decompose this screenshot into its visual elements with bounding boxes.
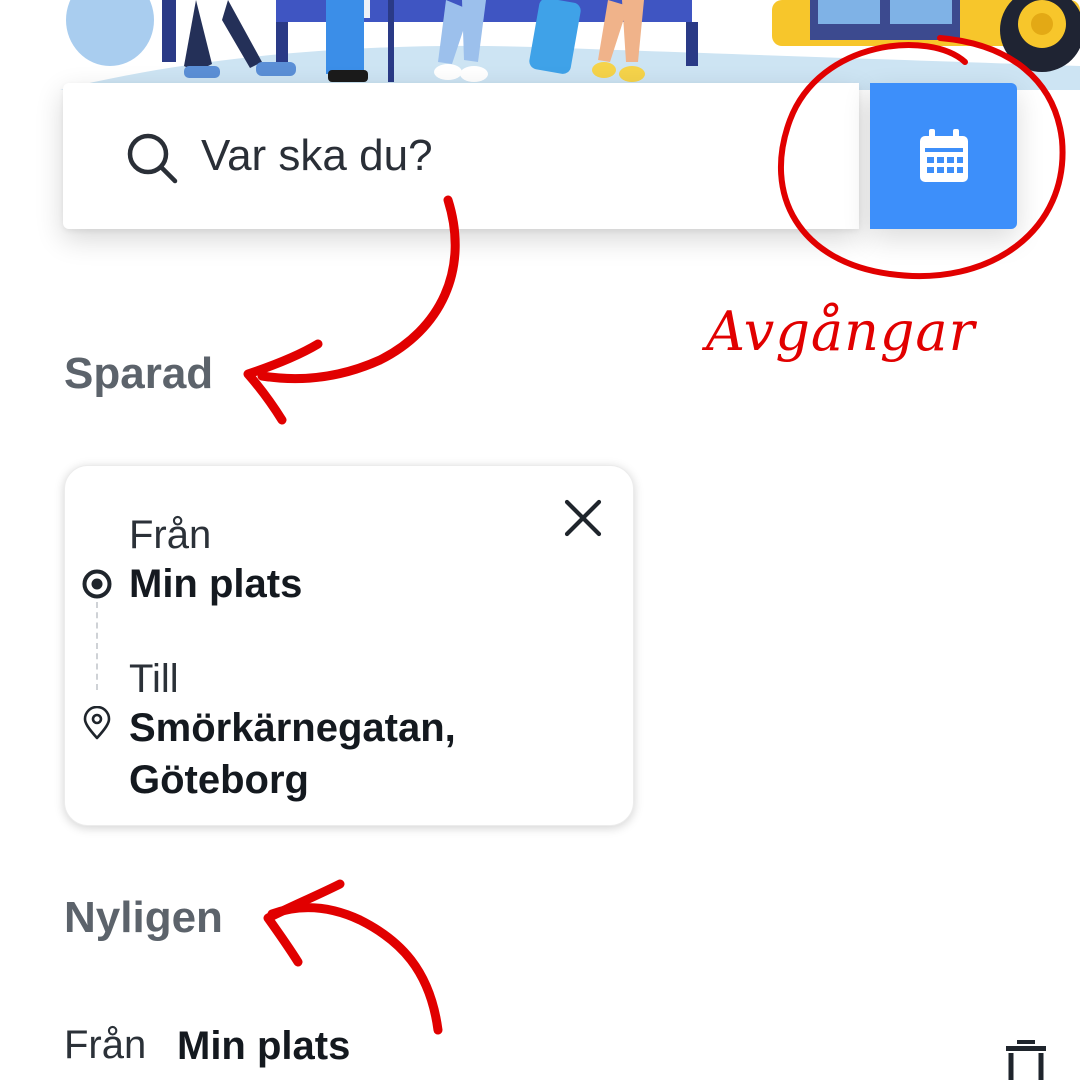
search-icon [127,133,178,184]
close-icon[interactable] [561,496,605,540]
to-value-line2: Göteborg [129,758,309,802]
calendar-button[interactable] [870,83,1017,229]
to-value-line1: Smörkärnegatan, [129,706,456,750]
annotation-departures: Avgångar [706,300,976,363]
search-input[interactable]: Var ska du? [201,128,433,184]
annotation-arrow-recent [263,879,443,1035]
recent-from-value[interactable]: Min plats [177,1020,350,1072]
route-connector [96,602,98,690]
target-icon [82,569,112,599]
map-pin-icon [83,706,111,740]
to-label: Till [129,657,179,701]
recent-from-label: Från [64,1023,147,1067]
from-label: Från [129,513,212,557]
annotation-arrow-saved [243,195,460,425]
from-value: Min plats [129,562,303,606]
saved-trip-card[interactable]: Från Min plats Till Smörkärnegatan, Göte… [64,465,634,826]
calendar-icon [919,129,968,182]
recent-heading: Nyligen [64,893,223,942]
trash-icon[interactable] [1003,1040,1049,1080]
hero-illustration [0,0,1080,90]
search-bar[interactable] [63,83,859,229]
saved-heading: Sparad [64,349,214,398]
